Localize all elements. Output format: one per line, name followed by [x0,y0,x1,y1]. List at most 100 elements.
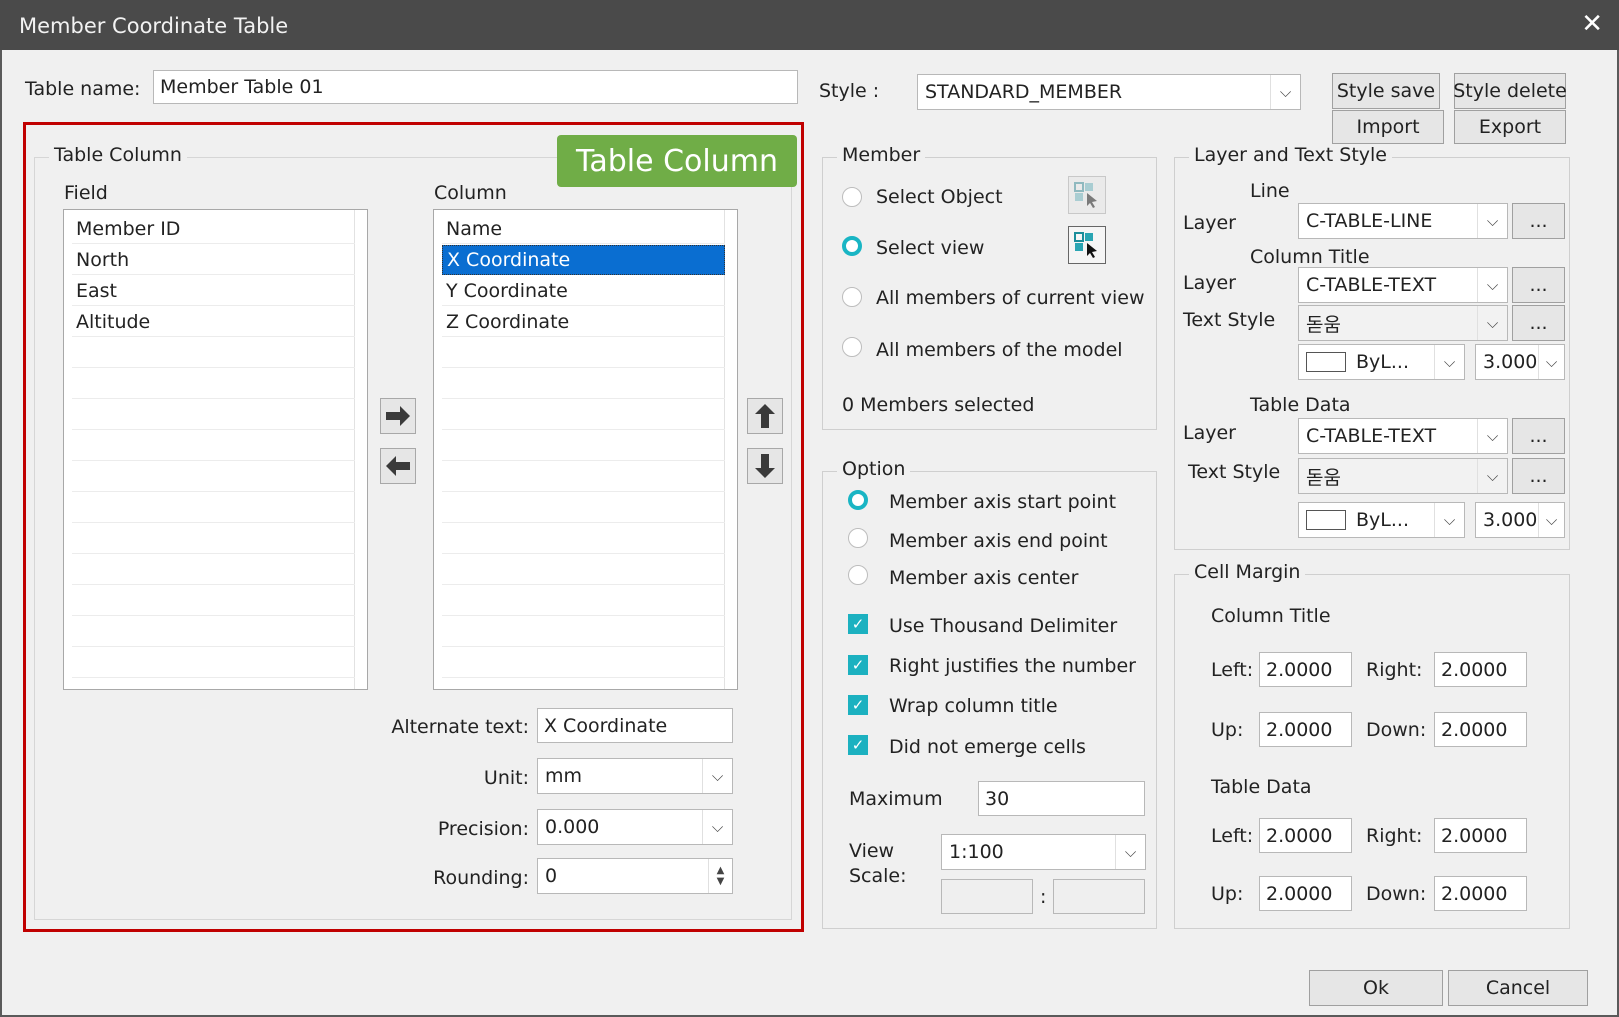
cm-td-left-input[interactable]: 2.0000 [1259,818,1352,853]
select-object-label: Select Object [876,186,1003,208]
column-list[interactable]: Name X Coordinate Y Coordinate Z Coordinate [433,209,738,690]
scale-separator: : [1040,886,1047,908]
ct-color-value: ByL... [1356,351,1409,373]
select-object-radio[interactable] [842,187,862,207]
ct-layer-value: C-TABLE-TEXT [1306,274,1437,296]
chevron-down-icon: ⌵ [1477,419,1507,453]
ct-layer-dropdown[interactable]: C-TABLE-TEXT ⌵ [1298,267,1508,303]
arrow-left-icon [386,456,410,476]
color-swatch [1306,352,1346,372]
ct-color-dropdown[interactable]: ByL... ⌵ [1298,344,1465,380]
field-row [72,369,355,399]
td-layer-label: Layer [1183,422,1236,444]
field-row [72,586,355,616]
axis-start-radio[interactable] [848,490,868,510]
export-button[interactable]: Export [1454,110,1566,144]
cm-ct-down-input[interactable]: 2.0000 [1434,712,1527,747]
select-view-radio[interactable] [842,236,862,256]
ok-button[interactable]: Ok [1309,970,1443,1006]
cm-ct-up-input[interactable]: 2.0000 [1259,712,1352,747]
style-save-button[interactable]: Style save [1332,73,1440,109]
cm-ct-left-input[interactable]: 2.0000 [1259,652,1352,687]
style-dropdown[interactable]: STANDARD_MEMBER ⌵ [917,74,1301,110]
precision-dropdown[interactable]: 0.000 ⌵ [537,809,733,845]
style-delete-button[interactable]: Style delete [1453,73,1567,109]
right-justify-checkbox[interactable]: ✓ [848,655,868,675]
chevron-down-icon: ⌵ [1434,503,1464,537]
field-row[interactable]: East [72,276,355,306]
column-row [442,648,725,678]
add-column-button[interactable] [380,398,416,434]
td-color-value: ByL... [1356,509,1409,531]
thousand-delimiter-checkbox[interactable]: ✓ [848,614,868,634]
cancel-button[interactable]: Cancel [1448,970,1588,1006]
move-up-button[interactable] [747,398,783,434]
cm-td-up-input[interactable]: 2.0000 [1259,876,1352,911]
table-name-input[interactable]: Member Table 01 [153,70,798,104]
cm-column-title-heading: Column Title [1211,605,1331,627]
unit-label: Unit: [483,767,529,789]
view-scale-dropdown[interactable]: 1:100 ⌵ [941,834,1146,870]
maximum-input[interactable]: 30 [978,781,1145,816]
ct-text-style-label: Text Style [1183,309,1276,331]
unit-dropdown[interactable]: mm ⌵ [537,758,733,794]
cm-td-right-input[interactable]: 2.0000 [1434,818,1527,853]
field-list[interactable]: Member ID North East Altitude [63,209,368,690]
axis-center-radio[interactable] [848,565,868,585]
close-icon[interactable]: ✕ [1581,9,1603,39]
cm-ct-right-label: Right: [1366,659,1423,681]
all-members-model-radio[interactable] [842,337,862,357]
td-height-dropdown[interactable]: 3.0000 ⌵ [1475,502,1565,538]
scale-denominator-input[interactable] [1053,879,1145,914]
column-row [442,617,725,647]
column-row [442,431,725,461]
field-row[interactable]: Member ID [72,214,355,244]
ct-text-style-browse-button[interactable]: ... [1512,305,1565,341]
import-button[interactable]: Import [1332,110,1444,144]
remove-column-button[interactable] [380,448,416,484]
field-row[interactable]: Altitude [72,307,355,337]
column-row[interactable]: Name [442,214,725,244]
ct-text-style-value: 돋움 [1306,313,1341,336]
wrap-title-checkbox[interactable]: ✓ [848,695,868,715]
rounding-spinner[interactable]: 0 ▲ ▼ [537,858,733,894]
style-label: Style : [819,80,880,102]
ct-layer-label: Layer [1183,272,1236,294]
alternate-text-input[interactable]: X Coordinate [537,708,733,743]
column-row[interactable]: Y Coordinate [442,276,725,306]
chevron-down-icon: ⌵ [1477,268,1507,302]
td-layer-browse-button[interactable]: ... [1512,418,1565,454]
td-text-style-dropdown[interactable]: 돋움 ⌵ [1298,458,1508,494]
pick-object-icon[interactable] [1068,176,1106,214]
scale-numerator-input[interactable] [941,879,1033,914]
column-row[interactable]: Z Coordinate [442,307,725,337]
ct-text-style-dropdown[interactable]: 돋움 ⌵ [1298,305,1508,341]
chevron-down-icon: ⌵ [1538,503,1564,537]
cm-ct-right-input[interactable]: 2.0000 [1434,652,1527,687]
td-layer-dropdown[interactable]: C-TABLE-TEXT ⌵ [1298,418,1508,454]
ct-layer-browse-button[interactable]: ... [1512,267,1565,303]
precision-value: 0.000 [545,816,600,838]
pick-view-icon[interactable] [1068,226,1106,264]
chevron-down-icon: ⌵ [1115,835,1145,869]
column-row[interactable]: X Coordinate [442,245,725,275]
line-layer-browse-button[interactable]: ... [1512,203,1565,239]
move-down-button[interactable] [747,448,783,484]
axis-end-radio[interactable] [848,528,868,548]
td-layer-value: C-TABLE-TEXT [1306,425,1437,447]
unit-value: mm [545,765,583,787]
td-text-style-browse-button[interactable]: ... [1512,458,1565,494]
ct-height-dropdown[interactable]: 3.0000 ⌵ [1475,344,1565,380]
column-row [442,400,725,430]
view-scale-label-2: Scale: [849,865,907,887]
no-emerge-cells-checkbox[interactable]: ✓ [848,735,868,755]
field-row [72,338,355,368]
spinner-arrows-icon[interactable]: ▲ ▼ [708,859,732,893]
field-row[interactable]: North [72,245,355,275]
cm-td-down-input[interactable]: 2.0000 [1434,876,1527,911]
line-layer-dropdown[interactable]: C-TABLE-LINE ⌵ [1298,203,1508,239]
column-row [442,369,725,399]
rounding-value: 0 [545,865,558,887]
td-color-dropdown[interactable]: ByL... ⌵ [1298,502,1465,538]
all-members-current-view-radio[interactable] [842,287,862,307]
